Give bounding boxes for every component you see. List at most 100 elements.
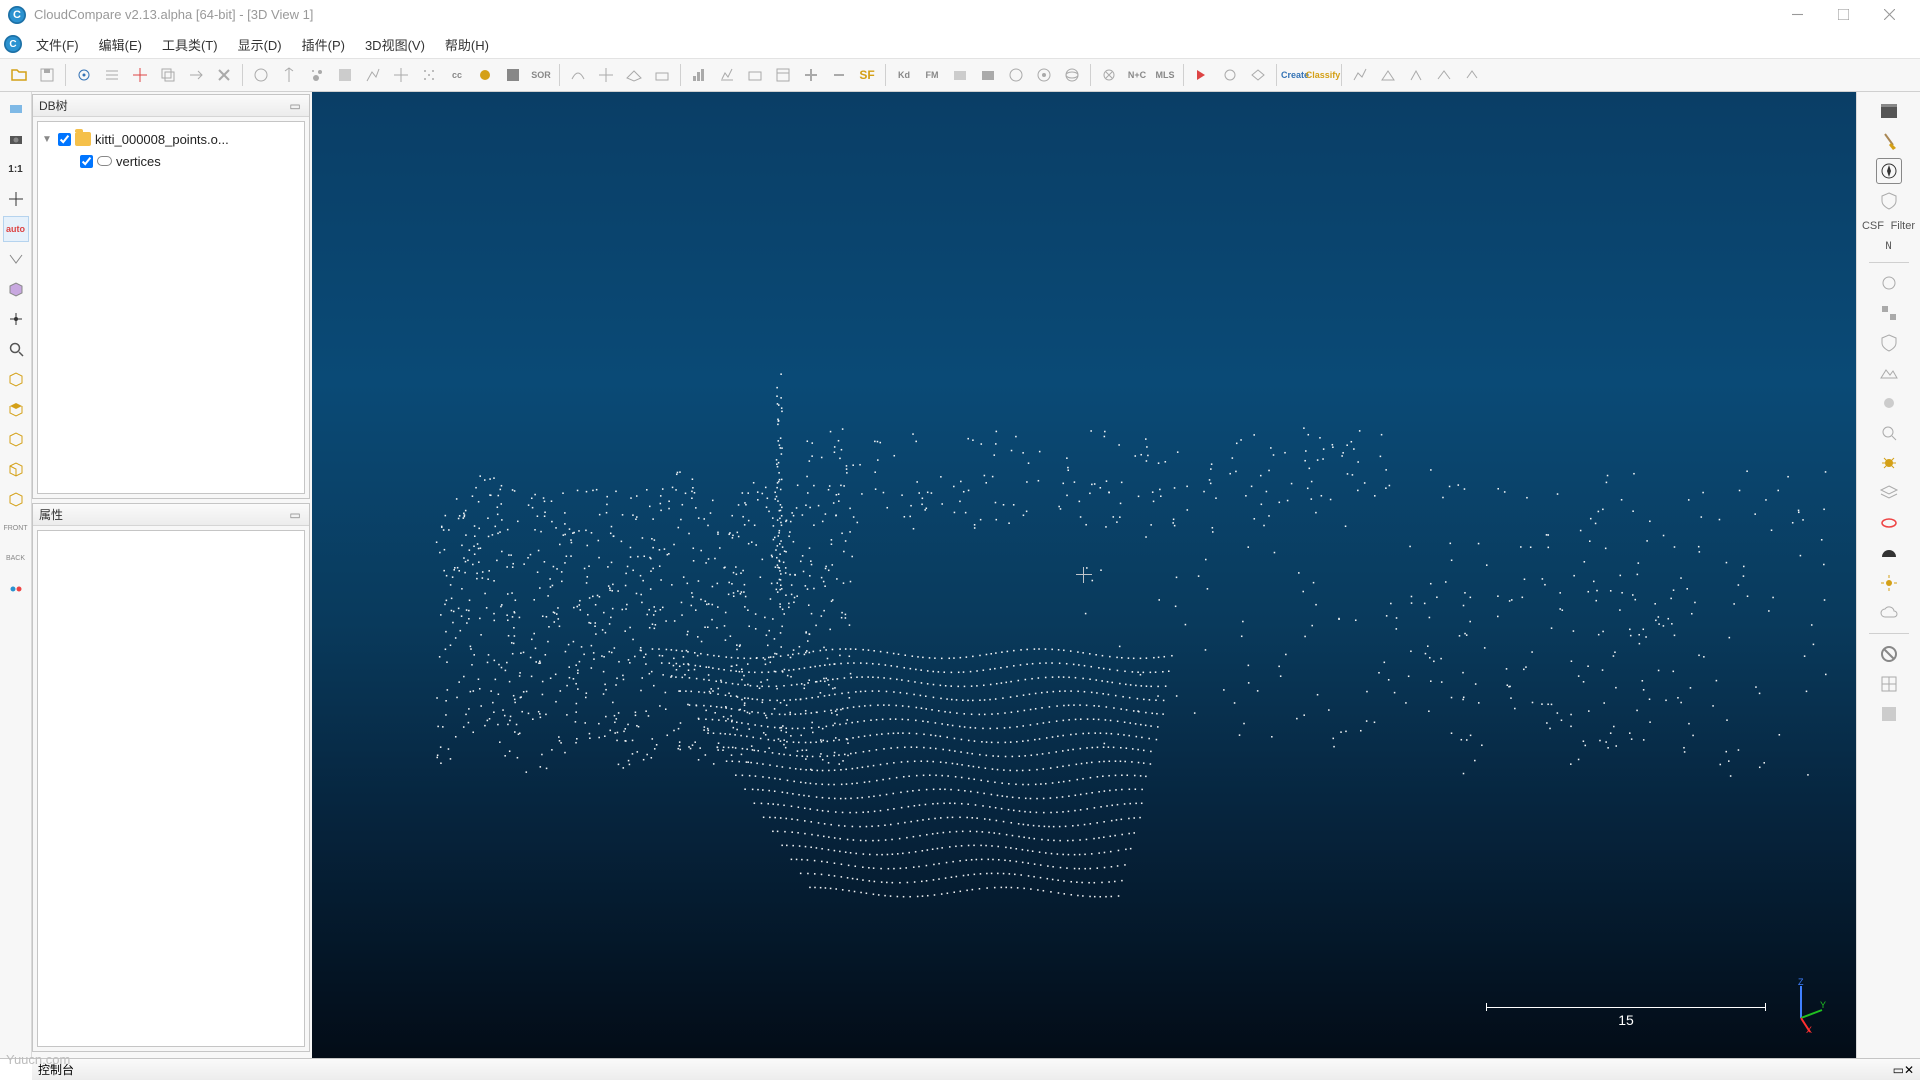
flickr-icon[interactable]	[3, 576, 29, 602]
camera-icon[interactable]	[3, 126, 29, 152]
shield2-icon[interactable]	[1876, 330, 1902, 356]
mls-icon[interactable]: MLS	[1152, 62, 1178, 88]
grid-icon[interactable]	[1876, 671, 1902, 697]
menu-help[interactable]: 帮助(H)	[435, 31, 499, 58]
kd-tree-icon[interactable]: Kd	[891, 62, 917, 88]
label-conn-icon[interactable]	[947, 62, 973, 88]
pick-color-icon[interactable]	[248, 62, 274, 88]
back-face-icon[interactable]: BACK	[3, 546, 29, 572]
hpr-icon[interactable]	[1431, 62, 1457, 88]
undock-icon[interactable]: ▭	[1893, 1063, 1904, 1077]
broom-icon[interactable]	[1217, 62, 1243, 88]
register-icon[interactable]	[975, 62, 1001, 88]
shader-icon[interactable]	[500, 62, 526, 88]
display-options-icon[interactable]	[770, 62, 796, 88]
close-panel-icon[interactable]: ✕	[1904, 1063, 1914, 1077]
bottom-view-icon[interactable]	[3, 426, 29, 452]
sun-icon[interactable]	[1876, 570, 1902, 596]
menu-plugins[interactable]: 插件(P)	[292, 31, 355, 58]
zoom-icon[interactable]	[3, 336, 29, 362]
virtual-broom-icon[interactable]	[1245, 62, 1271, 88]
bug-icon[interactable]	[1876, 450, 1902, 476]
open-file-icon[interactable]	[6, 62, 32, 88]
lock-rotation-icon[interactable]	[3, 306, 29, 332]
classify-icon[interactable]	[1876, 300, 1902, 326]
front-view-icon[interactable]	[3, 456, 29, 482]
rasterize-icon[interactable]	[649, 62, 675, 88]
compute-octree-icon[interactable]: cc	[444, 62, 470, 88]
tree-child-row[interactable]: vertices	[42, 150, 300, 172]
translate-rotate-icon[interactable]	[388, 62, 414, 88]
camera-params-icon[interactable]	[742, 62, 768, 88]
cloud-icon[interactable]	[1876, 600, 1902, 626]
ransac-icon[interactable]	[1096, 62, 1122, 88]
set-view-icon[interactable]	[3, 96, 29, 122]
clapper-icon[interactable]	[1876, 98, 1902, 124]
canupo-create-icon[interactable]: Create	[1282, 62, 1308, 88]
compute-stat-icon[interactable]	[714, 62, 740, 88]
scalar-field-icon[interactable]: SF	[854, 62, 880, 88]
segment-icon[interactable]	[360, 62, 386, 88]
close-button[interactable]	[1866, 0, 1912, 30]
ellipse-icon[interactable]	[1876, 510, 1902, 536]
toggle-viewer-icon[interactable]	[332, 62, 358, 88]
layers-icon[interactable]	[1876, 480, 1902, 506]
root-checkbox[interactable]	[58, 133, 71, 146]
point-picking-icon[interactable]	[71, 62, 97, 88]
maximize-button[interactable]	[1820, 0, 1866, 30]
globe-icon[interactable]	[1059, 62, 1085, 88]
undock-icon[interactable]: ▭	[287, 507, 303, 523]
collapse-icon[interactable]: ▼	[42, 134, 54, 145]
iso-view-icon[interactable]	[3, 276, 29, 302]
facet-icon[interactable]	[1876, 270, 1902, 296]
minimize-button[interactable]	[1774, 0, 1820, 30]
db-tree[interactable]: ▼ kitti_000008_points.o... vertices	[37, 121, 305, 494]
trace-polyline-icon[interactable]	[127, 62, 153, 88]
sf-arithmetic-icon[interactable]	[826, 62, 852, 88]
grid2-icon[interactable]	[1876, 701, 1902, 727]
point-list-icon[interactable]	[99, 62, 125, 88]
menu-tools[interactable]: 工具类(T)	[152, 31, 228, 58]
no-entry-icon[interactable]	[1876, 641, 1902, 667]
pick-rotation-center-icon[interactable]	[3, 186, 29, 212]
normals-icon[interactable]	[1403, 62, 1429, 88]
add-constant-sf-icon[interactable]	[798, 62, 824, 88]
save-icon[interactable]	[34, 62, 60, 88]
histogram-icon[interactable]	[686, 62, 712, 88]
fast-marching-icon[interactable]: FM	[919, 62, 945, 88]
front-face-icon[interactable]: FRONT	[3, 516, 29, 542]
menu-display[interactable]: 显示(D)	[228, 31, 292, 58]
sphere-icon[interactable]	[1876, 390, 1902, 416]
menu-3dview[interactable]: 3D视图(V)	[355, 31, 435, 58]
global-zoom-icon[interactable]	[3, 366, 29, 392]
export-icon[interactable]	[1459, 62, 1485, 88]
dome-icon[interactable]	[1876, 540, 1902, 566]
menu-edit[interactable]: 编辑(E)	[89, 31, 152, 58]
facets-icon[interactable]	[1375, 62, 1401, 88]
compass-icon[interactable]	[1876, 158, 1902, 184]
always-visible-icon[interactable]	[3, 246, 29, 272]
3d-viewport[interactable]: 15 Z Y X	[312, 92, 1856, 1058]
animation-icon[interactable]	[1189, 62, 1215, 88]
fit-sphere-icon[interactable]	[593, 62, 619, 88]
broom-tool-icon[interactable]	[1876, 128, 1902, 154]
set-point-size-icon[interactable]	[304, 62, 330, 88]
top-view-icon[interactable]	[3, 396, 29, 422]
ratio-1-1-button[interactable]: 1:1	[3, 156, 29, 182]
back-view-icon[interactable]	[3, 486, 29, 512]
shield-icon[interactable]	[1876, 188, 1902, 214]
best-fit-icon[interactable]	[1031, 62, 1057, 88]
sor-filter-icon[interactable]: SOR	[528, 62, 554, 88]
fit-plane-icon[interactable]	[565, 62, 591, 88]
search-scene-icon[interactable]	[1876, 420, 1902, 446]
m3c2-icon[interactable]	[1347, 62, 1373, 88]
tree-root-row[interactable]: ▼ kitti_000008_points.o...	[42, 128, 300, 150]
undock-icon[interactable]: ▭	[287, 98, 303, 114]
menu-file[interactable]: 文件(F)	[26, 31, 89, 58]
clone-icon[interactable]	[155, 62, 181, 88]
cross-section-icon[interactable]	[621, 62, 647, 88]
auto-pick-rotation-icon[interactable]: auto	[3, 216, 29, 242]
child-checkbox[interactable]	[80, 155, 93, 168]
level-icon[interactable]	[276, 62, 302, 88]
nc-icon[interactable]: N+C	[1124, 62, 1150, 88]
